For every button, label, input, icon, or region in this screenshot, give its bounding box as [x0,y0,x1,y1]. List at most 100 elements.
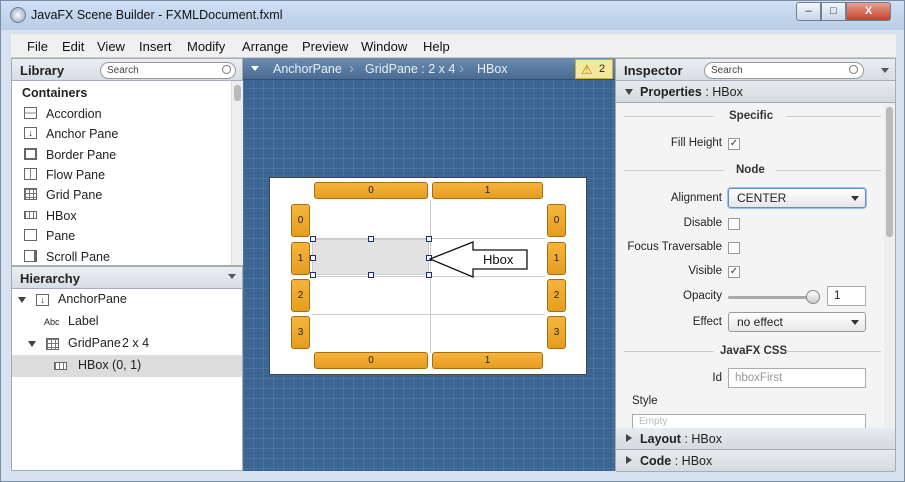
scroll-pane-icon [24,250,37,262]
tree-row-gridpane[interactable]: GridPane 2 x 4 [12,333,242,355]
maximize-button[interactable]: □ [821,2,846,21]
expand-arrow-icon[interactable] [28,341,36,347]
chevron-down-icon [851,196,859,201]
chevron-down-icon [851,320,859,325]
section-name: Layout [640,432,681,446]
tree-row-label[interactable]: Abc Label [12,311,242,333]
library-item-label: Pane [46,229,76,243]
warning-indicator[interactable]: ⚠ 2 [575,59,613,79]
code-section-header[interactable]: Code : HBox [616,450,895,472]
fill-height-checkbox[interactable]: ✓ [728,138,740,150]
grid-pane-icon [24,188,37,200]
focus-traversable-label: Focus Traversable [627,241,722,253]
menu-insert[interactable]: Insert [139,39,172,54]
close-button[interactable]: X [846,2,891,21]
library-item-border-pane[interactable]: Border Pane [22,146,232,166]
grid-row-label[interactable]: 2 [547,279,566,312]
inspector-menu-icon[interactable] [881,68,889,73]
grid-row-label[interactable]: 0 [547,204,566,237]
tree-row-anchorpane[interactable]: ↓ AnchorPane [12,289,242,311]
breadcrumb: AnchorPane › GridPane : 2 x 4 › HBox ⚠ 2 [243,58,615,80]
menu-arrange[interactable]: Arrange [242,39,288,54]
library-section-containers[interactable]: Containers [22,86,87,100]
inspector-search-input[interactable]: Search [704,62,864,79]
breadcrumb-separator-icon: › [349,60,354,77]
effect-select[interactable]: no effect [728,312,866,332]
style-label: Style [632,395,658,407]
grid-row-label[interactable]: 0 [291,204,310,237]
library-item-scroll-pane[interactable]: Scroll Pane [22,248,232,268]
grid-row-label[interactable]: 2 [291,279,310,312]
tree-row-hbox-selected[interactable]: HBox (0, 1) [12,355,242,377]
grid-row-label[interactable]: 1 [547,242,566,275]
breadcrumb-hbox[interactable]: HBox [477,62,508,76]
inspector-title: Inspector [624,63,683,78]
menu-view[interactable]: View [97,39,125,54]
menu-modify[interactable]: Modify [187,39,225,54]
inspector-scrollbar[interactable] [884,103,895,427]
library-item-hbox[interactable]: HBox [22,207,232,227]
menu-edit[interactable]: Edit [62,39,84,54]
library-item-label: Accordion [46,107,102,121]
library-header: Library Search [12,59,242,81]
app-window: JavaFX Scene Builder - FXMLDocument.fxml… [0,0,905,482]
breadcrumb-menu-icon[interactable] [251,66,259,71]
selected-hbox[interactable] [312,239,429,275]
anchor-pane-icon: ↓ [24,127,37,139]
library-item-grid-pane[interactable]: Grid Pane [22,186,232,206]
library-item-accordion[interactable]: Accordion [22,105,232,125]
divider [624,170,724,171]
scrollbar-thumb[interactable] [234,85,241,101]
grid-column-label[interactable]: 0 [314,352,428,369]
tree-label: HBox (0, 1) [78,358,142,372]
alignment-select[interactable]: CENTER [728,188,866,208]
menu-preview[interactable]: Preview [302,39,348,54]
resize-handle[interactable] [310,236,316,242]
visible-label: Visible [688,265,722,277]
callout-arrow-icon [429,241,528,278]
grid-column-label[interactable]: 1 [432,352,543,369]
hierarchy-menu-icon[interactable] [228,274,236,279]
id-label: Id [712,372,722,384]
grid-column-label[interactable]: 0 [314,182,428,199]
border-pane-icon [24,148,37,160]
menu-help[interactable]: Help [423,39,450,54]
minimize-button[interactable]: – [796,2,821,21]
menu-file[interactable]: File [27,39,48,54]
hierarchy-header: Hierarchy [12,267,242,289]
disable-checkbox[interactable] [728,218,740,230]
search-icon [222,65,231,74]
opacity-field[interactable]: 1 [827,286,866,306]
opacity-slider-track[interactable] [728,296,816,299]
breadcrumb-anchorpane[interactable]: AnchorPane [273,62,342,76]
expand-arrow-icon[interactable] [18,297,26,303]
grid-row-label[interactable]: 1 [291,242,310,275]
resize-handle[interactable] [368,236,374,242]
breadcrumb-gridpane[interactable]: GridPane : 2 x 4 [365,62,455,76]
properties-section-header[interactable]: Properties : HBox [616,81,895,103]
grid-row-label[interactable]: 3 [291,316,310,349]
library-item-anchor-pane[interactable]: ↓ Anchor Pane [22,125,232,145]
resize-handle[interactable] [310,255,316,261]
grid-column-label[interactable]: 1 [432,182,543,199]
menu-window[interactable]: Window [361,39,407,54]
section-name: Code [640,454,672,468]
id-field[interactable]: hboxFirst [728,368,866,388]
opacity-slider-thumb[interactable] [806,290,820,304]
layout-section-header[interactable]: Layout : HBox [616,428,895,450]
visible-checkbox[interactable]: ✓ [728,266,740,278]
library-item-label: Grid Pane [46,188,103,202]
library-item-pane[interactable]: Pane [22,227,232,247]
hierarchy-panel: Hierarchy ↓ AnchorPane Abc Label GridPan… [11,266,243,471]
focus-traversable-checkbox[interactable] [728,242,740,254]
resize-handle[interactable] [368,272,374,278]
resize-handle[interactable] [310,272,316,278]
style-field[interactable]: Empty [632,414,866,428]
scrollbar-thumb[interactable] [886,107,893,237]
label-icon: Abc [44,317,60,327]
library-scrollbar[interactable] [231,81,243,265]
grid-row-label[interactable]: 3 [547,316,566,349]
library-search-input[interactable]: Search [100,62,236,79]
library-item-flow-pane[interactable]: Flow Pane [22,166,232,186]
hierarchy-title: Hierarchy [20,271,80,286]
